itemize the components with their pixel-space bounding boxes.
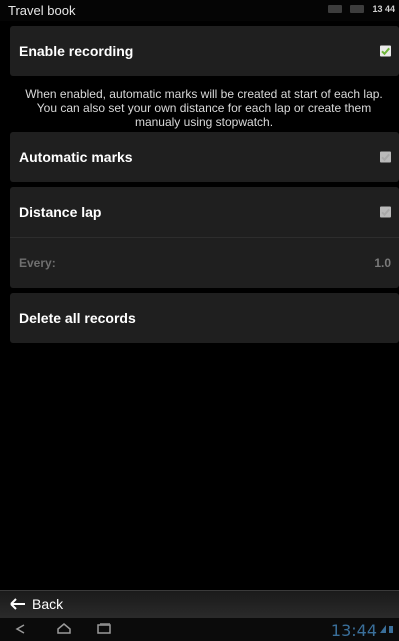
- status-bar: Travel book 13 44: [0, 0, 399, 21]
- recent-apps-icon[interactable]: [96, 623, 112, 635]
- distance-lap-label: Distance lap: [19, 204, 102, 220]
- check-icon: [381, 153, 390, 162]
- distance-lap-setting[interactable]: Distance lap: [10, 187, 399, 237]
- system-back-icon[interactable]: [14, 623, 30, 635]
- notification-icon: [328, 5, 343, 13]
- system-clock: 13:44: [330, 621, 377, 640]
- back-arrow-icon: [10, 598, 25, 610]
- enable-recording-label: Enable recording: [19, 43, 134, 59]
- every-setting[interactable]: Every: 1.0: [10, 238, 399, 288]
- automatic-marks-checkbox[interactable]: [380, 151, 391, 163]
- distance-lap-checkbox[interactable]: [380, 206, 391, 218]
- home-icon[interactable]: [56, 623, 72, 635]
- back-button[interactable]: Back: [10, 596, 63, 612]
- automatic-marks-setting[interactable]: Automatic marks: [10, 132, 399, 182]
- distance-lap-group: Distance lap Every: 1.0: [10, 187, 399, 288]
- every-label: Every:: [19, 256, 56, 270]
- check-icon: [381, 47, 390, 56]
- bottom-bar: Back: [0, 590, 399, 619]
- delete-all-records-button[interactable]: Delete all records: [10, 293, 399, 343]
- automatic-marks-label: Automatic marks: [19, 149, 133, 165]
- recording-description: When enabled, automatic marks will be cr…: [25, 87, 383, 129]
- enable-recording-setting[interactable]: Enable recording: [10, 26, 399, 76]
- delete-all-records-label: Delete all records: [19, 310, 136, 326]
- status-icons: 13 44: [328, 4, 395, 14]
- check-icon: [381, 208, 390, 217]
- app-title: Travel book: [8, 3, 76, 18]
- back-label: Back: [32, 596, 64, 612]
- every-value: 1.0: [374, 256, 391, 270]
- wifi-battery-icon: [380, 625, 393, 633]
- enable-recording-checkbox[interactable]: [380, 45, 391, 57]
- system-nav-bar: 13:44: [0, 618, 399, 641]
- status-time: 13 44: [372, 4, 395, 14]
- signal-icon: [350, 5, 365, 13]
